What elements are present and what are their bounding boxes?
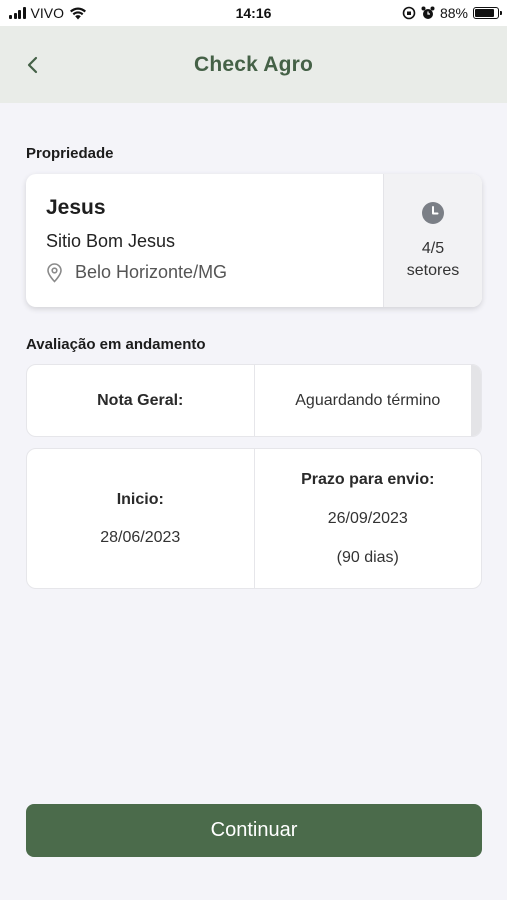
chevron-left-icon — [27, 56, 38, 74]
property-location: Belo Horizonte/MG — [46, 262, 363, 283]
alarm-icon — [421, 6, 435, 19]
score-value-cell: Aguardando término — [253, 365, 482, 436]
deadline-date: 26/09/2023 — [327, 509, 408, 527]
orientation-lock-icon — [402, 6, 416, 20]
deadline-cell: Prazo para envio: 26/09/2023 (90 dias) — [253, 449, 482, 588]
app-header: Check Agro — [0, 26, 507, 103]
status-right: 88% — [402, 5, 502, 21]
sectors-count: 4/5 — [421, 240, 445, 257]
wifi-icon — [69, 7, 86, 19]
signal-icon — [9, 7, 26, 19]
property-card[interactable]: Jesus Sitio Bom Jesus Belo Horizonte/MG … — [26, 174, 482, 307]
score-label: Nota Geral: — [97, 391, 184, 409]
location-pin-icon — [47, 262, 62, 283]
status-bar: VIVO 14:16 88% — [0, 0, 507, 26]
property-name: Sitio Bom Jesus — [46, 231, 176, 251]
back-button[interactable] — [18, 50, 48, 80]
property-location-text: Belo Horizonte/MG — [75, 262, 228, 282]
battery-percent: 88% — [439, 5, 468, 21]
dates-card: Inicio: 28/06/2023 Prazo para envio: 26/… — [26, 448, 482, 589]
score-label-cell: Nota Geral: — [27, 365, 254, 436]
clock-icon — [422, 202, 444, 224]
property-info: Jesus Sitio Bom Jesus Belo Horizonte/MG — [26, 174, 383, 307]
start-date: 28/06/2023 — [100, 528, 181, 546]
score-card: Nota Geral: Aguardando término — [26, 364, 482, 437]
continue-button[interactable]: Continuar — [26, 804, 482, 857]
deadline-label: Prazo para envio: — [301, 470, 435, 488]
property-section-label: Propriedade — [26, 145, 114, 162]
score-value: Aguardando término — [295, 391, 441, 409]
sectors-label: setores — [406, 262, 460, 279]
start-date-cell: Inicio: 28/06/2023 — [27, 449, 254, 588]
deadline-days: (90 dias) — [336, 548, 399, 566]
sectors-progress: 4/5 setores — [383, 174, 482, 307]
scroll-indicator — [471, 365, 481, 436]
start-label: Inicio: — [116, 490, 164, 508]
battery-icon — [473, 7, 502, 19]
evaluation-section-label: Avaliação em andamento — [26, 336, 206, 353]
page-title: Check Agro — [193, 52, 314, 76]
property-owner: Jesus — [46, 196, 106, 219]
status-left: VIVO — [9, 5, 87, 21]
battery-fill — [475, 9, 495, 17]
carrier-label: VIVO — [30, 5, 64, 21]
